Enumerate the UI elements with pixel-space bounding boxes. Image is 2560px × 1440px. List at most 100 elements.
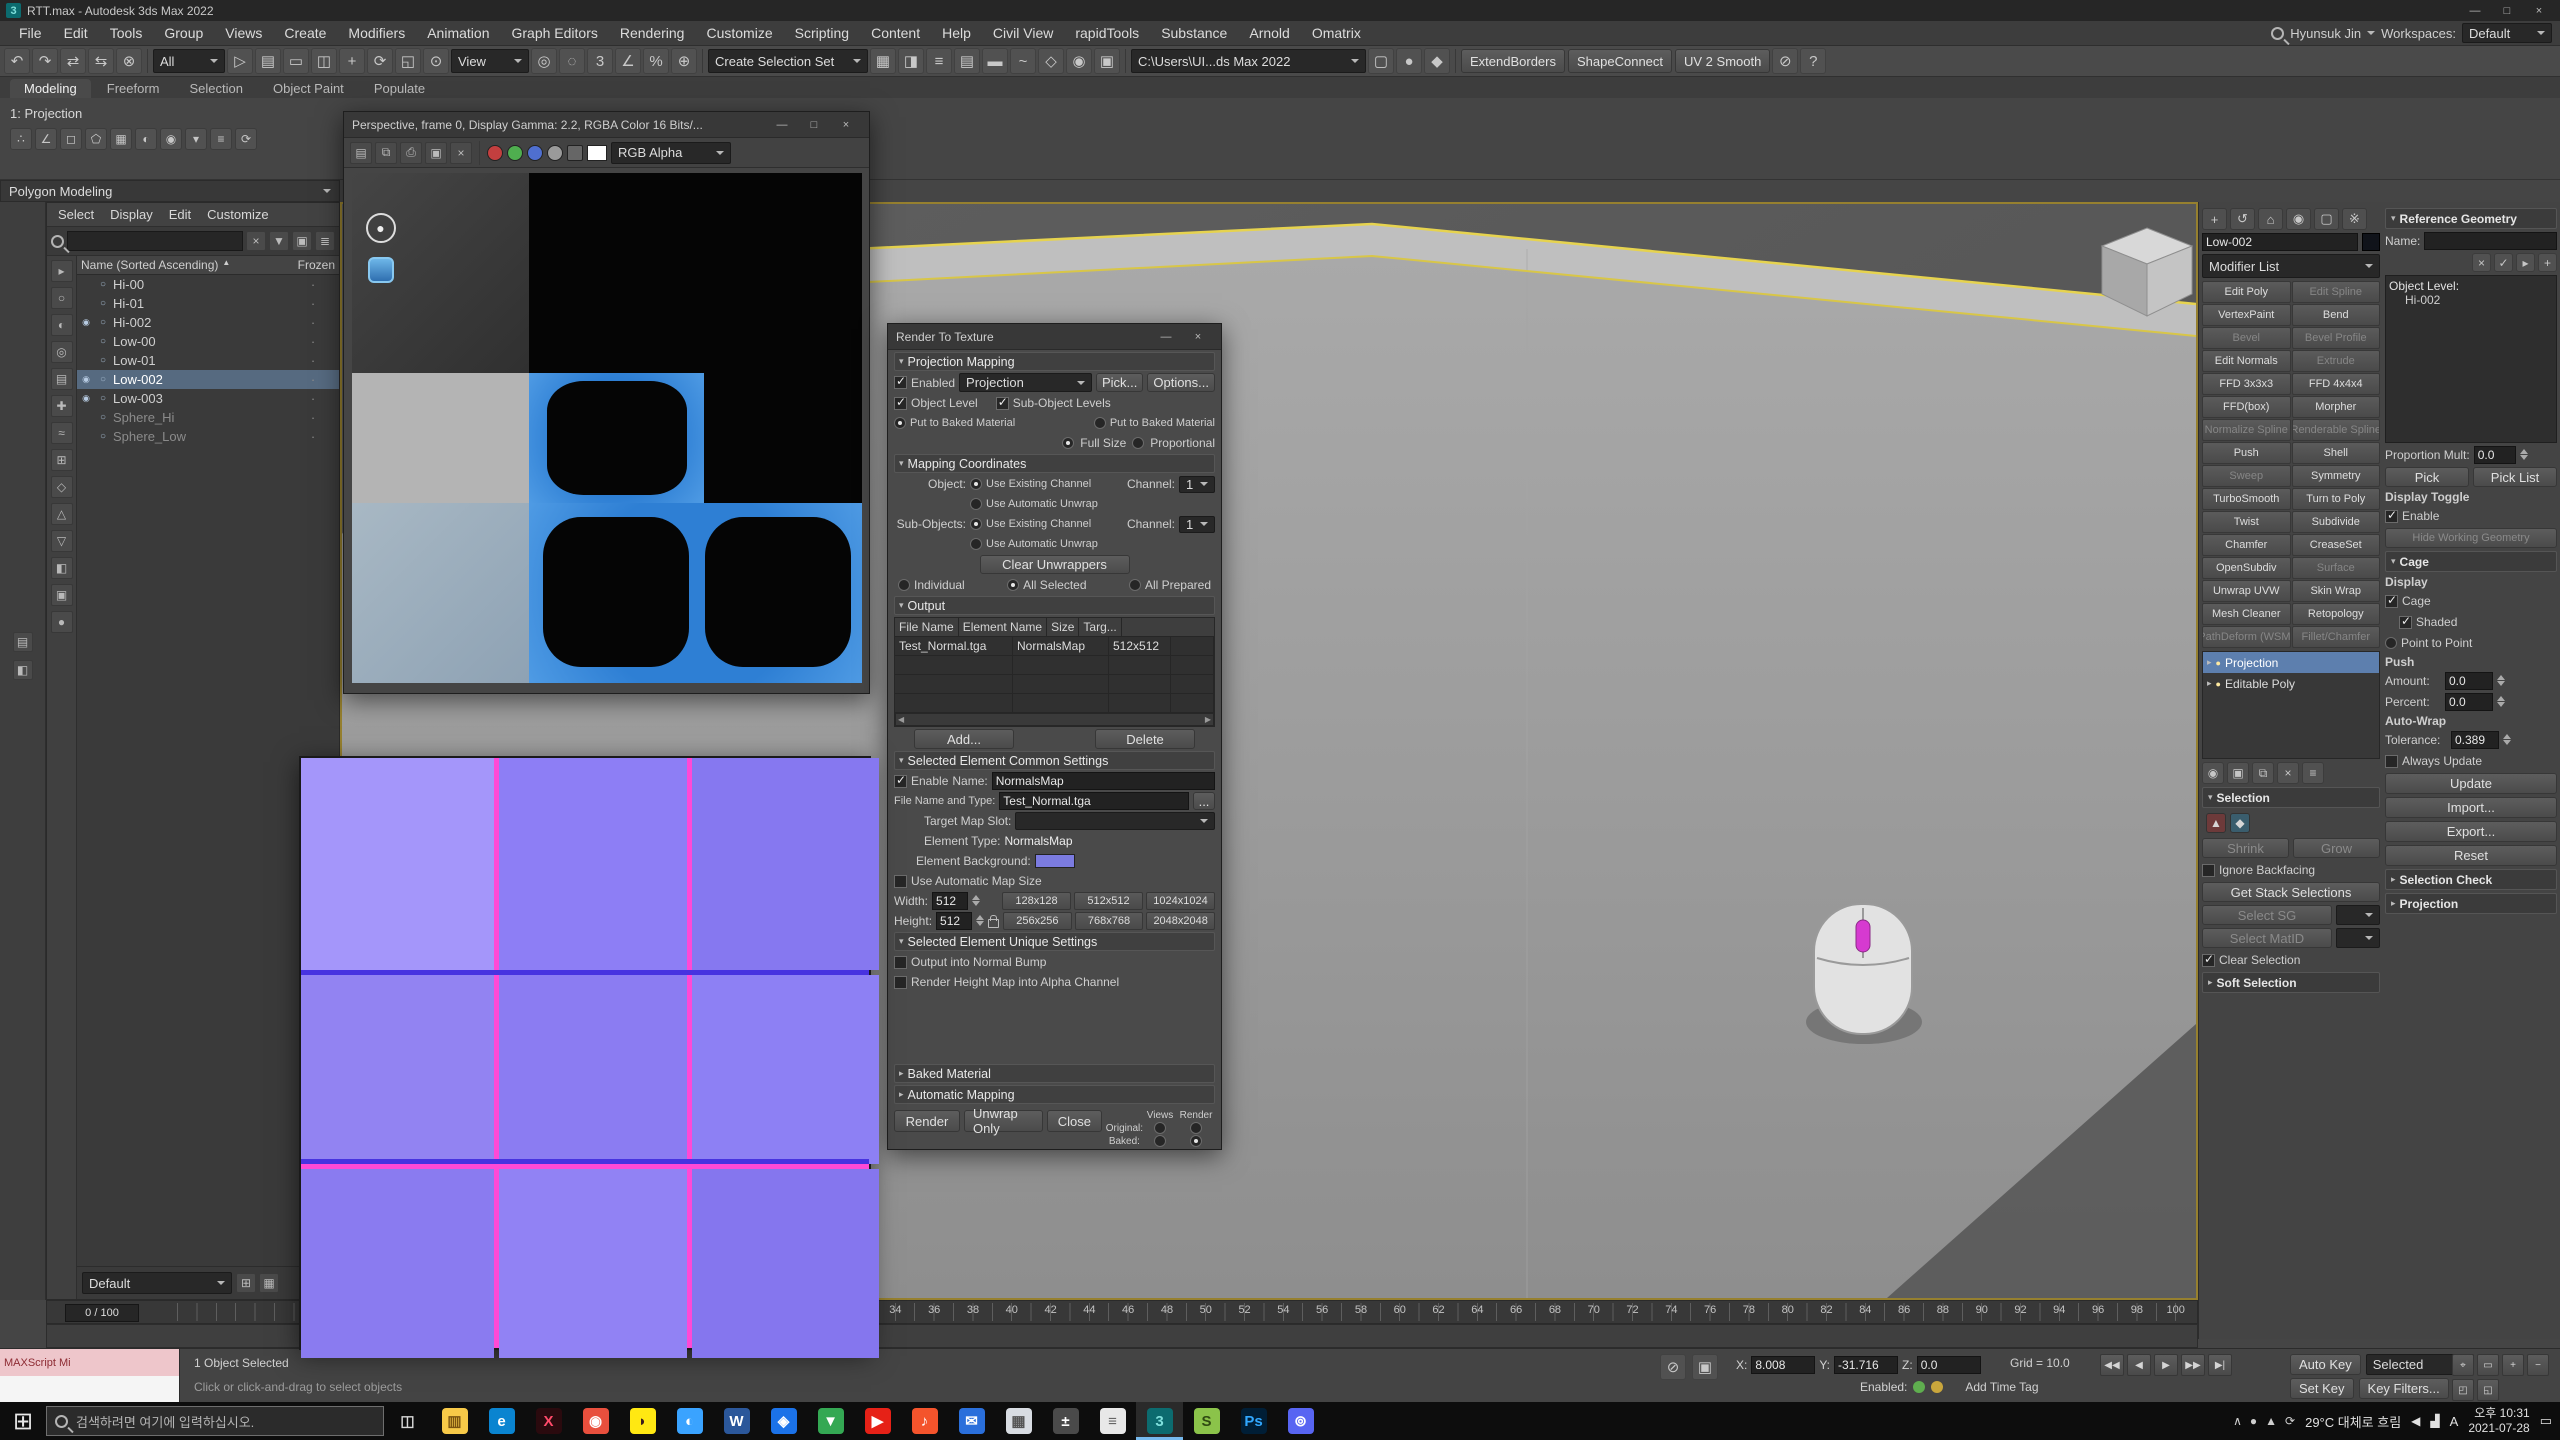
sync-selection-icon[interactable]: ● [51,611,73,633]
selection-rollout-header[interactable]: Selection [2202,787,2380,808]
custom-script-button[interactable]: ExtendBorders [1461,49,1565,73]
explorer-search-input[interactable] [67,231,243,251]
z-coordinate-input[interactable]: 0.0 [1917,1356,1981,1374]
modifier-button[interactable]: FFD(box) [2202,396,2291,418]
modifier-bulb-icon[interactable]: ● [2216,658,2221,668]
height-input[interactable]: 512 [936,912,972,930]
display-geometry-icon[interactable]: ○ [51,287,73,309]
active-layer-select[interactable]: Default [82,1272,232,1294]
select-link-icon[interactable]: ⇄ [60,48,86,74]
display-cameras-icon[interactable]: ▤ [51,368,73,390]
modifier-button[interactable]: Retopology [2292,603,2381,625]
output-table-scrollbar[interactable]: ◀▶ [895,713,1214,726]
workspace-select[interactable]: Default [2462,23,2552,43]
pick-layer-icon[interactable]: ▦ [259,1273,279,1293]
display-helpers-icon[interactable]: ✚ [51,395,73,417]
orbit-icon[interactable]: ◱ [2477,1379,2499,1401]
get-stack-selections-button[interactable]: Get Stack Selections [2202,882,2380,902]
display-all-icon[interactable]: ▸ [51,260,73,282]
modifier-button[interactable]: FFD 3x3x3 [2202,373,2291,395]
select-and-manipulate-icon[interactable]: ◌ [559,48,585,74]
proportion-mult-input[interactable]: 0.0 [2474,446,2516,464]
adobe-app-icon[interactable]: X [525,1402,572,1440]
youtube-icon[interactable]: ▶ [854,1402,901,1440]
ignore-backfacing-checkbox[interactable] [2202,864,2215,877]
hide-working-geometry-button[interactable]: Hide Working Geometry [2385,528,2557,548]
object-channel-select[interactable]: 1 [1179,476,1215,493]
minimize-window-icon[interactable]: — [1151,328,1181,345]
menu-item[interactable]: Rendering [609,21,696,46]
explorer-menu-item[interactable]: Customize [200,206,275,223]
percent-snap-icon[interactable]: % [643,48,669,74]
unique-settings-section-header[interactable]: Selected Element Unique Settings [894,932,1215,951]
tolerance-input[interactable]: 0.389 [2451,731,2499,749]
map-size-preset-button[interactable]: 128x128 [1002,892,1071,910]
modifier-button[interactable]: Surface [2292,557,2381,579]
music-icon[interactable]: ♪ [901,1402,948,1440]
render-iterative-icon[interactable]: ◆ [1424,48,1450,74]
task-view-icon[interactable]: ◫ [384,1402,431,1440]
display-xrefs-icon[interactable]: ◇ [51,476,73,498]
discord-icon[interactable]: ⊚ [1277,1402,1324,1440]
import-button[interactable]: Import... [2385,797,2557,818]
collapse-icon[interactable]: ▾ [185,128,207,150]
blue-channel-toggle[interactable] [527,145,543,161]
mail-icon[interactable]: ✉ [948,1402,995,1440]
map-size-preset-button[interactable]: 768x768 [1075,912,1144,930]
zoom-icon[interactable]: ⌖ [2452,1354,2474,1376]
modifier-button[interactable]: Normalize Spline [2202,419,2291,441]
visibility-dot-icon[interactable]: ◉ [79,374,93,385]
border-mode-icon[interactable]: ◻ [60,128,82,150]
align-icon[interactable]: ≡ [926,48,952,74]
face-subobject-icon[interactable]: ▲ [2206,813,2226,833]
menu-item[interactable]: Customize [695,21,783,46]
reference-coordinate-select[interactable]: View [451,49,529,73]
projection-options-button[interactable]: Options... [1147,373,1215,392]
menu-item[interactable]: Arnold [1238,21,1300,46]
element-name-input[interactable]: NormalsMap [992,772,1215,790]
modifier-bulb-icon[interactable]: ● [2216,679,2221,689]
display-enable-checkbox[interactable] [2385,510,2398,523]
unwrap-only-button[interactable]: Unwrap Only [964,1110,1043,1132]
display-materials-icon[interactable]: ◧ [51,557,73,579]
modifier-button[interactable]: Bevel [2202,327,2291,349]
frozen-toggle[interactable]: · [289,277,337,292]
modifier-button[interactable]: VertexPaint [2202,304,2291,326]
grow-button[interactable]: Grow [2293,838,2380,858]
add-time-tag[interactable]: Add Time Tag [1965,1380,2038,1394]
material-editor-icon[interactable]: ◉ [1066,48,1092,74]
all-selected-radio[interactable] [1007,579,1019,591]
modifier-button[interactable]: Shell [2292,442,2381,464]
custom-script-button[interactable]: ShapeConnect [1568,49,1672,73]
ribbon-tab[interactable]: Object Paint [259,79,358,98]
explorer-menu-item[interactable]: Display [103,206,160,223]
reference-object-item[interactable]: Hi-002 [2389,293,2553,307]
schematic-view-icon[interactable]: ◇ [1038,48,1064,74]
clone-window-icon[interactable]: ⧉ [375,142,397,164]
views-baked-radio[interactable] [1154,1135,1166,1147]
explorer-menu-item[interactable]: Edit [162,206,198,223]
proportion-spinner[interactable] [2520,447,2528,464]
close-window-icon[interactable]: × [1183,328,1213,345]
reset-button[interactable]: Reset [2385,845,2557,866]
isolate-selection-icon[interactable]: ⊘ [1772,48,1798,74]
width-spinner[interactable] [972,893,980,910]
output-column-header[interactable]: Size [1047,618,1079,636]
add-output-button[interactable]: Add... [914,729,1014,749]
kakaotalk-icon[interactable]: ◗ [619,1402,666,1440]
close-dialog-button[interactable]: Close [1047,1110,1102,1132]
previous-frame-icon[interactable]: ◀ [2127,1354,2151,1376]
ribbon-tab[interactable]: Selection [176,79,257,98]
modifier-button[interactable]: Edit Normals [2202,350,2291,372]
enabled-amber-dot[interactable] [1931,1381,1943,1393]
mapping-coordinates-section-header[interactable]: Mapping Coordinates [894,454,1215,473]
modifier-button[interactable]: Renderable Spline [2292,419,2381,441]
object-use-existing-radio[interactable] [970,478,982,490]
green-channel-toggle[interactable] [507,145,523,161]
word-icon[interactable]: W [713,1402,760,1440]
help-icon[interactable]: ? [1800,48,1826,74]
visibility-dot-icon[interactable]: ◉ [79,393,93,404]
menu-item[interactable]: Substance [1150,21,1238,46]
scene-object-row[interactable]: ◉ ○ Low-003 · [77,389,339,408]
output-normal-bump-checkbox[interactable] [894,956,907,969]
